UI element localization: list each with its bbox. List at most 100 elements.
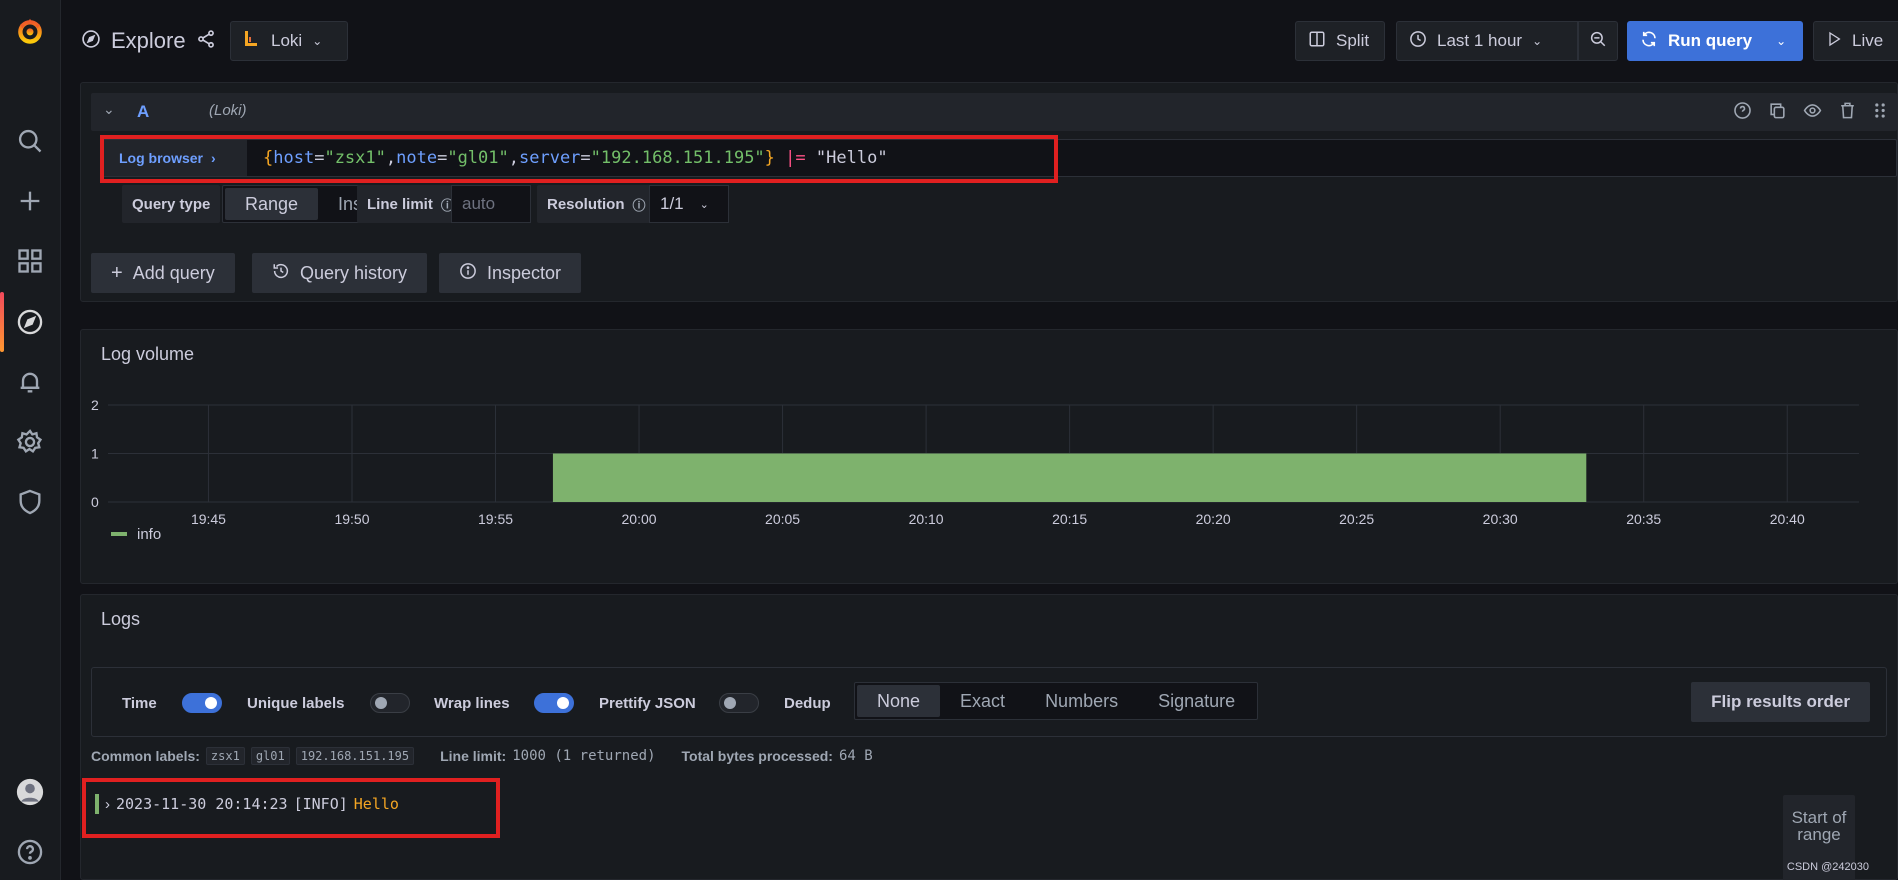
time-range-picker[interactable]: Last 1 hour ⌄ [1396,21,1578,61]
bytes-processed-label: Total bytes processed: [681,748,833,764]
line-limit-input[interactable]: auto [451,185,531,223]
clock-icon [1409,30,1427,53]
label-key: server [519,148,581,168]
zoom-out-button[interactable] [1578,21,1618,61]
share-icon[interactable] [196,29,216,54]
flip-results-order-button[interactable]: Flip results order [1691,682,1870,722]
explore-compass-icon [81,29,101,54]
line-limit-label-box: Line limit ⓘ [357,185,464,223]
wrap-lines-toggle-label: Wrap lines [434,694,510,712]
page-title: Explore [111,28,186,53]
dedup-option-exact[interactable]: Exact [940,685,1025,717]
resolution-value: 1/1 [660,194,684,213]
unique-labels-toggle-label: Unique labels [247,694,345,712]
shield-icon[interactable] [13,485,47,519]
wrap-lines-toggle[interactable] [534,693,574,713]
query-history-button[interactable]: Query history [252,253,428,293]
query-type-label-box: Query type [122,185,221,223]
resolution-label-box: Resolution ⓘ [537,185,656,223]
eq: = [580,148,591,168]
trash-icon[interactable] [1838,101,1857,125]
explore-compass-icon[interactable] [13,305,47,339]
line-limit-meta-value: 1000 (1 returned) [512,748,656,764]
x-tick-label: 20:35 [1626,511,1661,527]
live-button[interactable]: Live [1813,21,1898,61]
chevron-down-icon: ⌄ [312,34,323,48]
collapse-chevron-icon[interactable]: ⌄ [103,101,115,118]
help-icon[interactable] [13,835,47,869]
loki-logo-icon [243,29,261,54]
log-level-tag: [INFO] [293,795,348,813]
help-icon[interactable] [1733,101,1752,125]
log-volume-title: Log volume [101,344,195,364]
line-limit-label: Line limit [367,195,433,213]
alerting-bell-icon[interactable] [13,365,47,399]
unique-labels-toggle[interactable] [370,693,410,713]
bytes-processed-value: 64 B [838,748,873,764]
label-key: host [273,148,315,168]
info-circle-icon [459,262,477,285]
query-type-option-range[interactable]: Range [225,188,319,220]
y-tick-label: 1 [91,446,99,462]
sidebar [0,0,61,880]
inspector-button[interactable]: Inspector [439,253,582,293]
duplicate-icon[interactable] [1768,101,1787,125]
split-button[interactable]: Split [1295,21,1385,61]
chevron-right-icon: › [211,150,216,166]
log-volume-chart[interactable]: 0 1 2 19:45 19:50 19:55 20:00 20:05 20:10 20:15 20… [81,380,1898,580]
log-display-options: Time Unique labels Wrap lines Prettify J… [91,667,1887,737]
query-expression[interactable]: {host = "zsx1", note = "gl01", server = "192.168… [263,140,888,176]
dashboards-icon[interactable] [13,244,47,278]
dedup-option-signature[interactable]: Signature [1138,685,1255,717]
prettify-json-toggle[interactable] [719,693,759,713]
log-browser-button[interactable]: Log browser › [103,140,247,176]
datasource-picker[interactable]: Loki ⌄ [230,21,348,61]
info-icon[interactable]: ⓘ [633,195,646,214]
dedup-option-numbers[interactable]: Numbers [1025,685,1138,717]
chevron-down-icon[interactable]: ⌄ [1776,34,1786,48]
refresh-icon [1640,30,1658,53]
plus-icon: + [111,261,123,284]
x-tick-label: 19:50 [334,511,369,527]
label-value: "192.168.151.195" [590,148,765,168]
plus-icon[interactable] [13,184,47,218]
user-avatar[interactable] [13,775,47,809]
brace: { [263,148,274,168]
brace: } [764,148,775,168]
query-ref-id[interactable]: A [137,102,149,122]
dedup-option-none[interactable]: None [857,685,941,717]
y-tick-label: 2 [91,397,99,413]
eq: = [437,148,448,168]
grafana-logo-icon[interactable] [13,14,47,48]
page-heading: Explore [81,28,216,54]
settings-gear-icon[interactable] [13,425,47,459]
log-volume-bar-info [552,453,1587,502]
run-query-button[interactable]: Run query ⌄ [1627,21,1803,61]
filter-string: "Hello" [815,148,888,168]
common-labels-label: Common labels: [91,748,200,764]
chevron-right-icon[interactable]: › [105,796,110,813]
log-volume-panel: Log volume 0 1 2 19:45 19:50 19:55 20:00 20:05 2… [80,329,1898,584]
run-query-label: Run query [1668,31,1753,50]
log-level-indicator [95,794,99,814]
comma: , [385,148,397,168]
common-label-chip: zsx1 [205,747,245,765]
log-row[interactable]: › 2023-11-30 20:14:23 [INFO] Hello [95,791,399,817]
add-query-button[interactable]: + Add query [91,253,235,293]
query-editor-panel: ⌄ A (Loki) Log browser › {host = "zsx1", no… [80,82,1898,302]
resolution-select[interactable]: 1/1 ⌄ [649,185,729,223]
eye-icon[interactable] [1803,101,1822,125]
explore-toolbar: Explore Loki ⌄ Split Last 1 hour ⌄ Run q… [61,0,1898,82]
time-toggle-label: Time [122,694,157,712]
prettify-json-toggle-label: Prettify JSON [599,694,696,712]
add-query-label: Add query [132,262,215,283]
time-range-label: Last 1 hour [1437,31,1523,50]
query-input[interactable]: Log browser › {host = "zsx1", note = "gl01", s… [102,139,1897,177]
search-icon[interactable] [13,124,47,158]
drag-handle-icon[interactable] [1873,101,1887,125]
x-tick-label: 20:20 [1196,511,1231,527]
query-type-label: Query type [132,195,211,213]
time-toggle[interactable] [182,693,222,713]
query-row-header: ⌄ A (Loki) [91,93,1897,131]
